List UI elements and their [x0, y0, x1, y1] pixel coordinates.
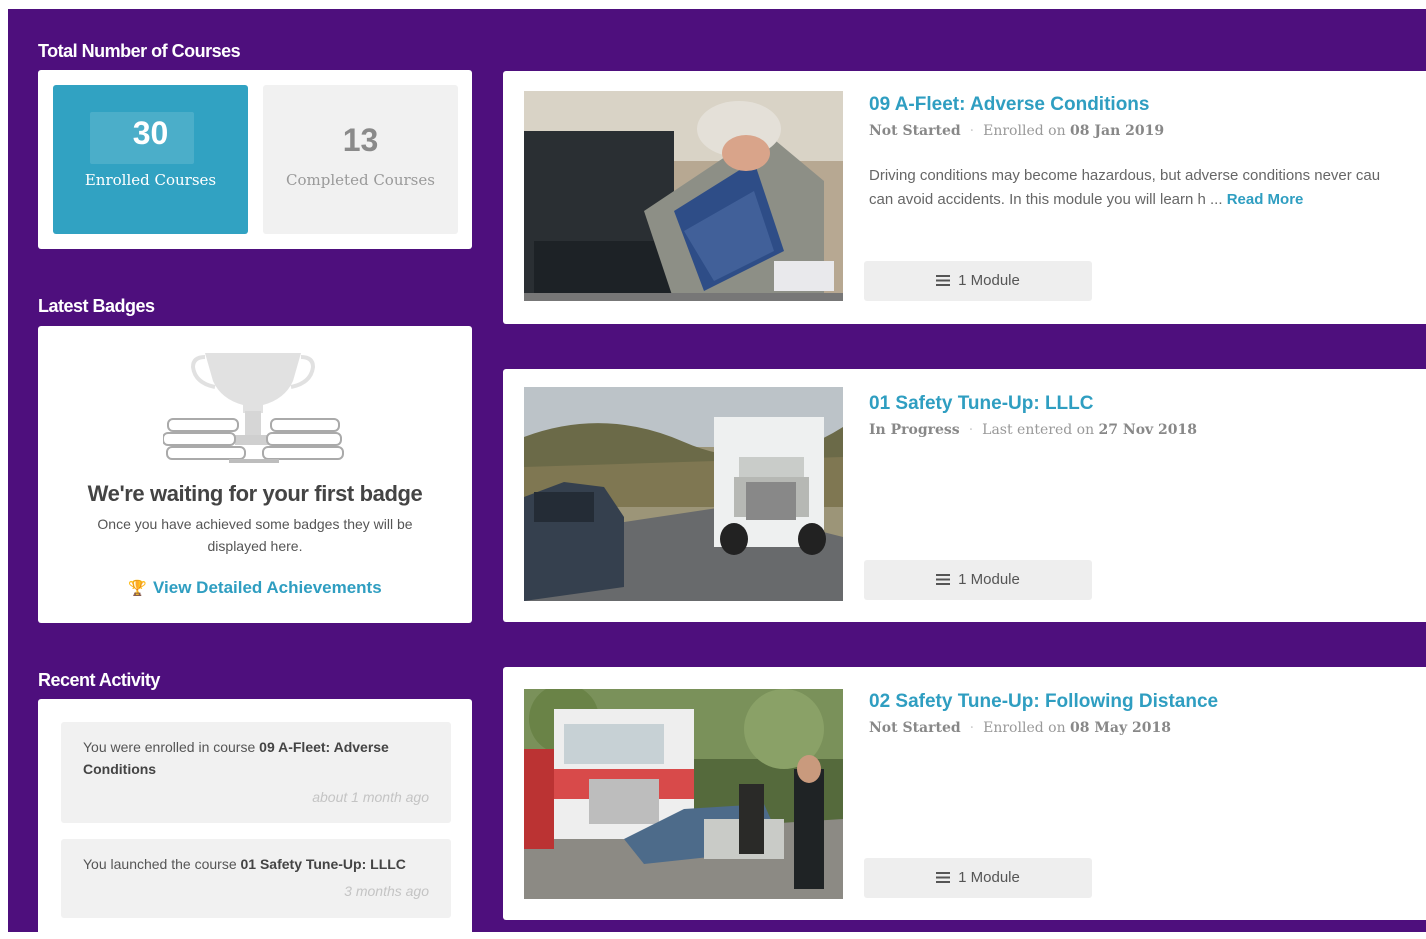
- activity-time: 3 months ago: [344, 883, 429, 899]
- course-card: 09 A-Fleet: Adverse Conditions Not Start…: [503, 71, 1426, 324]
- badges-card: We're waiting for your first badge Once …: [38, 326, 472, 623]
- course-thumbnail[interactable]: [524, 387, 843, 601]
- trophy-books-icon: [163, 353, 344, 463]
- meta-separator: ·: [968, 422, 974, 438]
- modules-label: 1 Module: [958, 869, 1020, 886]
- course-description-line: Driving conditions may become hazardous,…: [869, 167, 1381, 184]
- course-title[interactable]: 02 Safety Tune-Up: Following Distance: [869, 691, 1218, 713]
- badge-empty-message: Once you have achieved some badges they …: [97, 516, 413, 554]
- view-achievements-link[interactable]: 🏆 View Detailed Achievements: [38, 578, 472, 598]
- course-status: In Progress: [869, 422, 960, 438]
- stats-card: 30 Enrolled Courses 13 Completed Courses: [38, 70, 472, 249]
- truck-road-photo-icon: [524, 387, 843, 601]
- course-date-prefix: Enrolled on: [983, 123, 1071, 139]
- activity-time: about 1 month ago: [312, 789, 429, 805]
- meta-separator: ·: [969, 123, 975, 139]
- course-meta: Not Started · Enrolled on 08 May 2018: [869, 720, 1171, 736]
- completed-courses-tile[interactable]: 13 Completed Courses: [263, 85, 458, 234]
- stats-section-title: Total Number of Courses: [38, 41, 241, 61]
- modules-button[interactable]: 1 Module: [864, 261, 1092, 301]
- enrolled-label: Enrolled Courses: [84, 171, 217, 189]
- course-thumbnail[interactable]: [524, 91, 843, 301]
- truck-accident-photo-icon: [524, 689, 843, 899]
- course-title[interactable]: 01 Safety Tune-Up: LLLC: [869, 393, 1094, 415]
- course-thumbnail[interactable]: [524, 689, 843, 899]
- activity-section-title: Recent Activity: [38, 670, 160, 690]
- course-date: 27 Nov 2018: [1098, 422, 1198, 438]
- course-status: Not Started: [869, 720, 961, 736]
- enrolled-count: 30: [132, 115, 169, 151]
- course-date-prefix: Enrolled on: [983, 720, 1071, 736]
- activity-course-name: 01 Safety Tune-Up: LLLC: [240, 856, 406, 872]
- course-date: 08 May 2018: [1070, 720, 1171, 736]
- badges-section-title: Latest Badges: [38, 296, 155, 316]
- course-description-text: can avoid accidents. In this module you …: [869, 191, 1227, 208]
- badge-empty-heading: We're waiting for your first badge: [87, 481, 423, 506]
- trophy-icon: 🏆: [128, 580, 148, 597]
- course-meta: In Progress · Last entered on 27 Nov 2018: [869, 422, 1197, 438]
- completed-label: Completed Courses: [286, 171, 435, 189]
- course-date-prefix: Last entered on: [982, 422, 1099, 438]
- completed-count: 13: [342, 122, 379, 158]
- read-more-link[interactable]: Read More: [1227, 191, 1304, 208]
- course-status: Not Started: [869, 123, 961, 139]
- activity-prefix: You launched the course: [83, 856, 241, 872]
- list-icon: [936, 275, 951, 286]
- modules-label: 1 Module: [958, 272, 1020, 289]
- activity-text: You were enrolled in course 09 A-Fleet: …: [83, 736, 429, 780]
- activity-card: You were enrolled in course 09 A-Fleet: …: [38, 699, 472, 939]
- course-description: Driving conditions may become hazardous,…: [869, 164, 1380, 212]
- activity-item: You launched the course 01 Safety Tune-U…: [61, 839, 451, 918]
- activity-prefix: You were enrolled in course: [83, 739, 260, 755]
- course-title[interactable]: 09 A-Fleet: Adverse Conditions: [869, 94, 1149, 116]
- course-date: 08 Jan 2019: [1070, 123, 1165, 139]
- activity-text: You launched the course 01 Safety Tune-U…: [83, 853, 429, 875]
- modules-label: 1 Module: [958, 571, 1020, 588]
- course-description-line: can avoid accidents. In this module you …: [869, 188, 1380, 212]
- list-icon: [936, 574, 951, 585]
- modules-button[interactable]: 1 Module: [864, 560, 1092, 600]
- course-meta: Not Started · Enrolled on 08 Jan 2019: [869, 123, 1164, 139]
- view-achievements-label: View Detailed Achievements: [153, 578, 382, 597]
- modules-button[interactable]: 1 Module: [864, 858, 1092, 898]
- course-card: 01 Safety Tune-Up: LLLC In Progress · Last…: [503, 369, 1426, 622]
- list-icon: [936, 872, 951, 883]
- activity-item: You were enrolled in course 09 A-Fleet: …: [61, 722, 451, 823]
- mechanic-engine-photo-icon: [524, 91, 843, 301]
- course-card: 02 Safety Tune-Up: Following Distance No…: [503, 667, 1426, 920]
- enrolled-courses-tile[interactable]: 30 Enrolled Courses: [53, 85, 248, 234]
- meta-separator: ·: [969, 720, 975, 736]
